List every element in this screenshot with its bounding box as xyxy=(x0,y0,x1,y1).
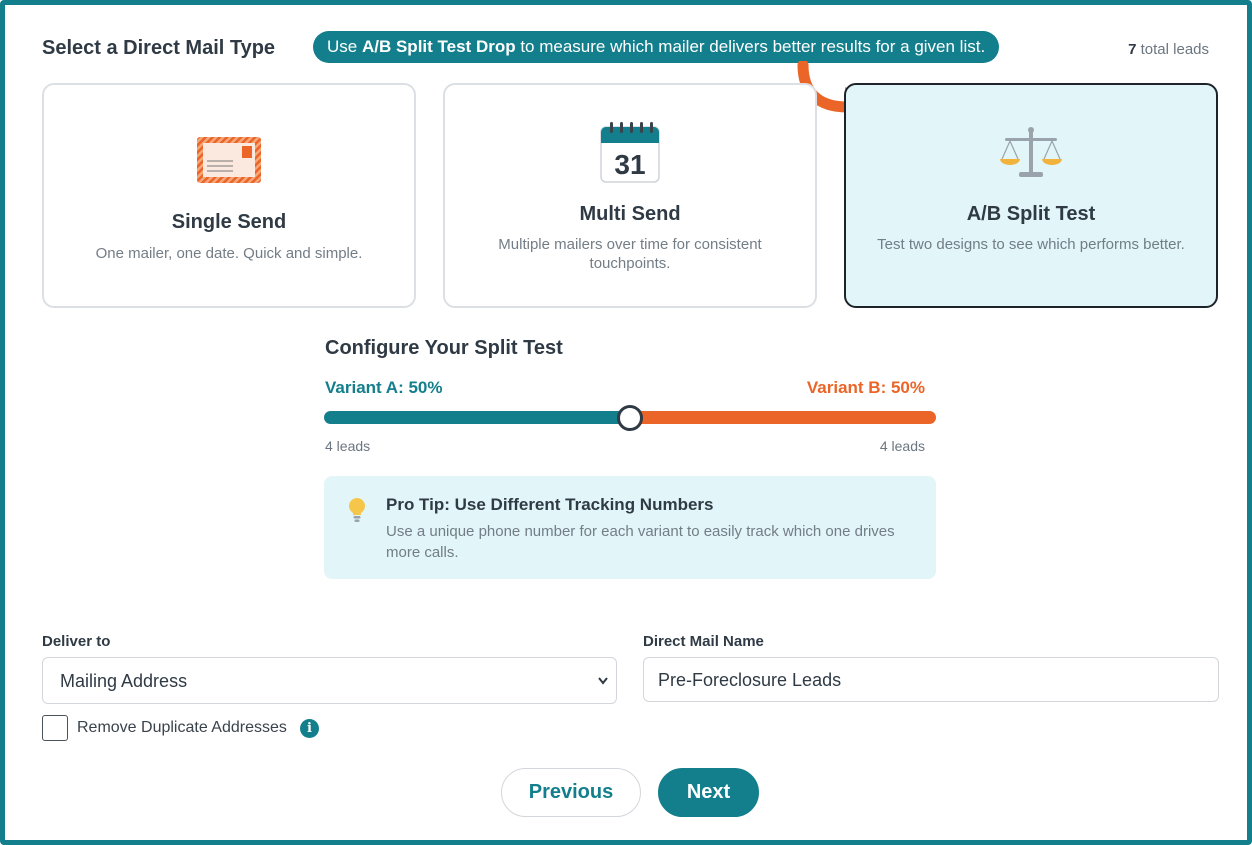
remove-duplicates-checkbox[interactable] xyxy=(42,715,68,741)
callout-bold: A/B Split Test Drop xyxy=(361,37,516,56)
callout-prefix: Use xyxy=(327,37,362,56)
next-button[interactable]: Next xyxy=(658,768,759,817)
pro-tip-box: Pro Tip: Use Different Tracking Numbers … xyxy=(324,476,936,579)
card-title: Single Send xyxy=(171,211,287,233)
mail-type-card-single-send[interactable]: Single Send One mailer, one date. Quick … xyxy=(42,83,416,308)
callout-suffix: to measure which mailer delivers better … xyxy=(515,37,986,56)
mail-type-card-multi-send[interactable]: 31 Multi Send Multiple mailers over time… xyxy=(443,83,817,308)
card-description: Test two designs to see which performs b… xyxy=(877,236,1185,253)
pro-tip-body: Use a unique phone number for each varia… xyxy=(386,523,895,561)
card-title: Multi Send xyxy=(579,203,681,225)
variant-a-track xyxy=(324,411,630,424)
direct-mail-name-label: Direct Mail Name xyxy=(643,633,764,650)
pro-tip-title: Pro Tip: Use Different Tracking Numbers xyxy=(386,495,714,514)
mail-type-card-ab-split-test[interactable]: A/B Split Test Test two designs to see w… xyxy=(844,83,1218,308)
previous-button[interactable]: Previous xyxy=(501,768,641,817)
section-title: Select a Direct Mail Type xyxy=(42,37,276,59)
variant-a-leads: 4 leads xyxy=(325,438,371,454)
wizard-frame: Select a Direct Mail Type Use A/B Split … xyxy=(0,0,1252,845)
direct-mail-name-input[interactable]: Pre-Foreclosure Leads xyxy=(643,657,1219,702)
tooltip-callout: Use A/B Split Test Drop to measure which… xyxy=(313,31,1000,63)
scale-icon xyxy=(846,125,1216,181)
card-title: A/B Split Test xyxy=(966,203,1096,225)
chevron-down-icon xyxy=(598,677,608,685)
total-leads: 7 total leads xyxy=(1128,41,1209,58)
slider-handle[interactable] xyxy=(617,405,643,431)
info-icon[interactable]: i xyxy=(300,719,319,738)
deliver-to-value: Mailing Address xyxy=(60,671,188,691)
envelope-icon xyxy=(44,137,414,183)
card-description: One mailer, one date. Quick and simple. xyxy=(95,245,363,262)
variant-a-label: Variant A: 50% xyxy=(325,378,443,397)
card-description: Multiple mailers over time for consisten… xyxy=(498,236,762,272)
split-config-title: Configure Your Split Test xyxy=(325,337,563,359)
lightbulb-icon xyxy=(349,498,365,522)
deliver-to-label: Deliver to xyxy=(42,633,111,650)
deliver-to-select[interactable]: Mailing Address xyxy=(42,657,617,704)
variant-b-leads: 4 leads xyxy=(879,438,925,454)
variant-b-label: Variant B: 50% xyxy=(806,378,925,397)
variant-b-track xyxy=(630,411,936,424)
total-leads-label: total leads xyxy=(1136,41,1209,58)
split-slider[interactable] xyxy=(324,405,936,431)
remove-duplicates-label: Remove Duplicate Addresses xyxy=(77,719,287,736)
calendar-day: 31 xyxy=(614,149,645,180)
calendar-icon: 31 xyxy=(445,121,815,183)
